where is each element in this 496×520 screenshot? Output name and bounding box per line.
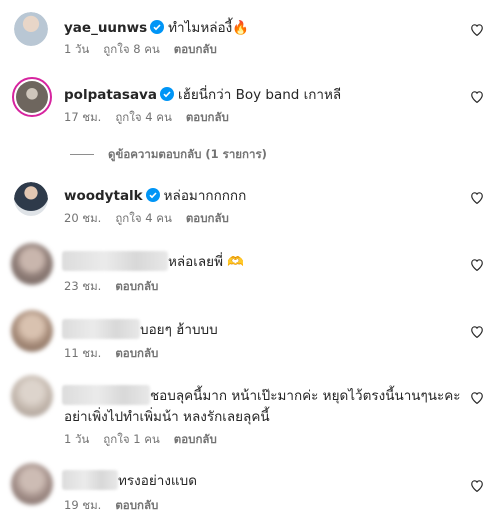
comment-time[interactable]: 17 ชม. (64, 110, 101, 124)
comment-meta: 20 ชม. ถูกใจ 4 คน ตอบกลับ (64, 210, 243, 228)
like-heart-icon[interactable] (470, 391, 484, 404)
comment-item: yae_uunws ทำไมหล่องี้🔥 1 วัน ถูกใจ 8 คน ตอบ… (0, 0, 496, 60)
like-heart-icon[interactable] (470, 191, 484, 204)
comment-likes[interactable]: ถูกใจ 8 คน (103, 42, 159, 56)
comment-meta: 1 วัน ถูกใจ 1 คน ตอบกลับ (64, 431, 231, 449)
comment-likes[interactable]: ถูกใจ 4 คน (115, 110, 171, 124)
redacted-username (62, 470, 118, 490)
comment-item: หล่อเลยพี่ 🫶 23 ชม. ตอบกลับ (0, 240, 496, 300)
reply-button[interactable]: ตอบกลับ (174, 42, 217, 56)
comment-item: ทรงอย่างแบด 19 ชม. ตอบกลับ (0, 460, 496, 520)
comment-meta: 19 ชม. ตอบกลับ (64, 497, 172, 515)
like-heart-icon[interactable] (470, 479, 484, 492)
comment-meta: 17 ชม. ถูกใจ 4 คน ตอบกลับ (64, 109, 243, 127)
comment-time[interactable]: 11 ชม. (64, 346, 101, 360)
comment-time[interactable]: 1 วัน (64, 42, 89, 56)
redacted-username (62, 319, 140, 339)
divider (70, 154, 94, 155)
comment-text: บอยๆ ฮ้าบบบ (140, 322, 218, 338)
avatar[interactable] (11, 310, 53, 352)
verified-badge-icon (145, 188, 160, 202)
reply-button[interactable]: ตอบกลับ (186, 211, 229, 225)
view-replies-button[interactable]: ดูข้อความตอบกลับ (1 รายการ) (70, 146, 267, 164)
comment-meta: 23 ชม. ตอบกลับ (64, 278, 172, 296)
avatar[interactable] (11, 243, 53, 285)
like-heart-icon[interactable] (470, 258, 484, 271)
comment-text: เฮ้ยนี่กว่า Boy band เกาหลี (177, 87, 342, 103)
comment-item: woodytalk หล่อมากกกกก 20 ชม. ถูกใจ 4 คน ตอบ… (0, 170, 496, 230)
comment-text: หล่อมากกกกก (163, 188, 247, 204)
comment-time[interactable]: 20 ชม. (64, 211, 101, 225)
comment-likes[interactable]: ถูกใจ 1 คน (103, 432, 159, 446)
verified-badge-icon (150, 20, 165, 34)
like-heart-icon[interactable] (470, 325, 484, 338)
avatar[interactable] (12, 77, 52, 117)
reply-button[interactable]: ตอบกลับ (186, 110, 229, 124)
comment-username[interactable]: woodytalk (64, 188, 143, 204)
verified-badge-icon (159, 87, 174, 101)
comment-time[interactable]: 19 ชม. (64, 498, 101, 512)
comment-username[interactable]: polpatasava (64, 87, 157, 103)
redacted-username (62, 251, 168, 271)
comment-username[interactable]: yae_uunws (64, 20, 147, 36)
comment-time[interactable]: 1 วัน (64, 432, 89, 446)
view-replies-label[interactable]: ดูข้อความตอบกลับ (1 รายการ) (108, 147, 267, 161)
reply-button[interactable]: ตอบกลับ (174, 432, 217, 446)
comment-meta: 1 วัน ถูกใจ 8 คน ตอบกลับ (64, 41, 231, 59)
comment-meta: 11 ชม. ตอบกลับ (64, 345, 172, 363)
comment-text: ทำไมหล่องี้🔥 (168, 20, 250, 36)
comment-text: หล่อเลยพี่ 🫶 (168, 254, 245, 270)
comment-item: ชอบลุคนี้มาก หน้าเป๊ะมากค่ะ หยุดไว้ตรงนี… (0, 373, 496, 453)
redacted-username (62, 385, 150, 405)
avatar[interactable] (11, 375, 53, 417)
avatar[interactable] (11, 463, 53, 505)
like-heart-icon[interactable] (470, 23, 484, 36)
comment-text: ทรงอย่างแบด (118, 473, 197, 489)
comment-likes[interactable]: ถูกใจ 4 คน (115, 211, 171, 225)
avatar[interactable] (14, 12, 48, 46)
avatar[interactable] (14, 182, 48, 216)
like-heart-icon[interactable] (470, 90, 484, 103)
comment-text: ชอบลุคนี้มาก หน้าเป๊ะมากค่ะ หยุดไว้ตรงนี… (150, 388, 461, 404)
reply-button[interactable]: ตอบกลับ (115, 279, 158, 293)
comment-text-continued: อย่าเพิ่งไปทำเพิ่มน้า หลงรักเลยลุคนี้ (64, 409, 270, 425)
comment-item: บอยๆ ฮ้าบบบ 11 ชม. ตอบกลับ (0, 307, 496, 367)
reply-button[interactable]: ตอบกลับ (115, 346, 158, 360)
reply-button[interactable]: ตอบกลับ (115, 498, 158, 512)
comment-time[interactable]: 23 ชม. (64, 279, 101, 293)
comment-item: polpatasava เฮ้ยนี่กว่า Boy band เกาหลี 1… (0, 75, 496, 135)
